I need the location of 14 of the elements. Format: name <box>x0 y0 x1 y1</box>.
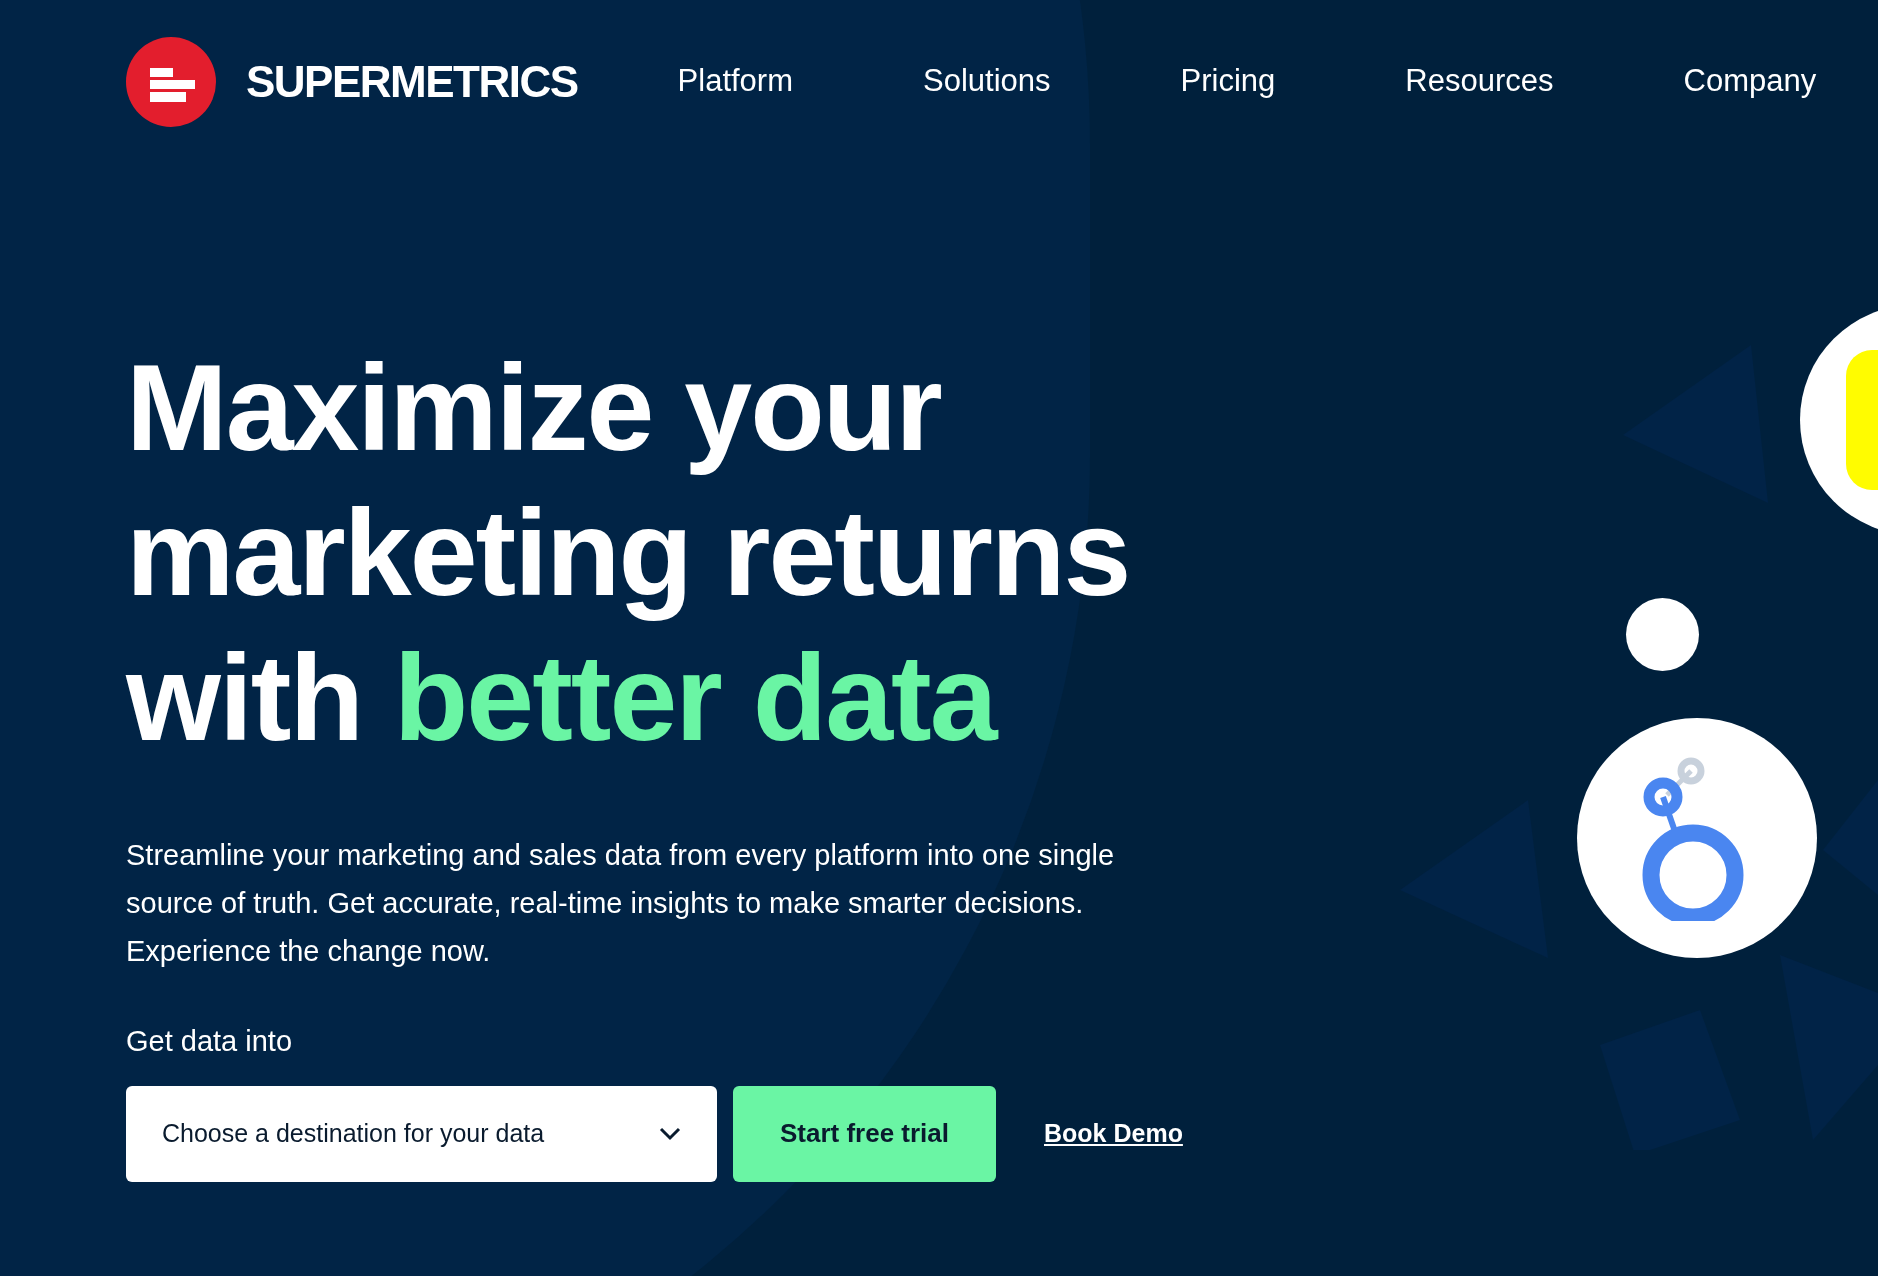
start-trial-button[interactable]: Start free trial <box>733 1085 996 1182</box>
nav-link[interactable]: Platform <box>677 58 793 105</box>
nav-link[interactable]: Company <box>1683 58 1817 105</box>
select-label: Get data into <box>126 1024 293 1059</box>
hero-description: Streamline your marketing and sales data from every platform into one single source of truth. Get accurate, real-time insights to make smarter decisions. Experience the change now. <box>126 838 1116 969</box>
logo-icon[interactable] <box>126 36 216 127</box>
hero-headline: Maximize your marketing returns with better data <box>126 339 1131 768</box>
nav-link[interactable]: Pricing <box>1180 58 1276 105</box>
nav-link[interactable]: Resources <box>1405 58 1554 105</box>
chevron-down-icon <box>659 1126 681 1141</box>
book-demo-link[interactable]: Book Demo <box>1044 1114 1183 1153</box>
nav-link[interactable]: Solutions <box>923 58 1051 105</box>
brand-wordmark[interactable]: SUPERMETRICS <box>246 56 578 107</box>
destination-select[interactable]: Choose a destination for your data <box>126 1085 717 1182</box>
